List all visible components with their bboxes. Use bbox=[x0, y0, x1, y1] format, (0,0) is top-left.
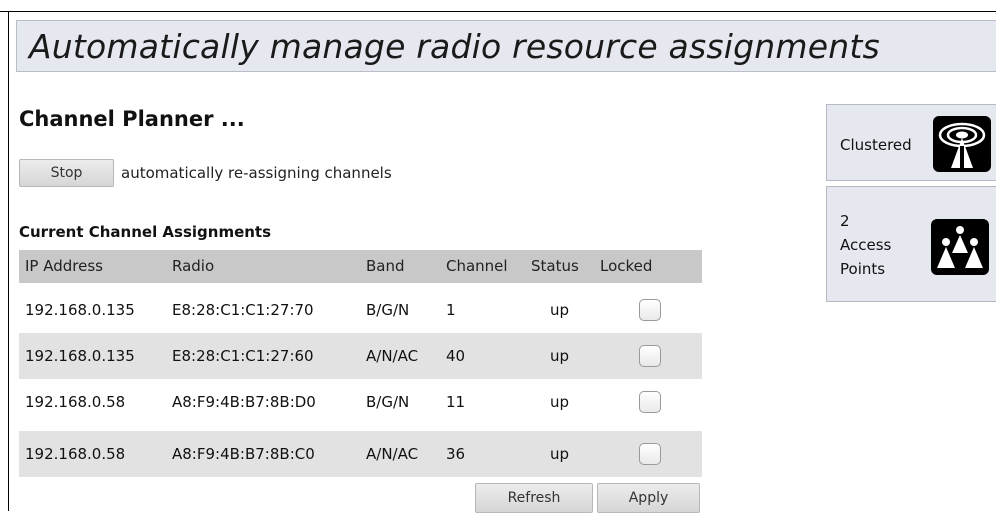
cell-channel: 36 bbox=[446, 445, 466, 463]
cell-channel: 40 bbox=[446, 347, 466, 365]
column-header-band: Band bbox=[366, 257, 405, 275]
table-row: 192.168.0.135 E8:28:C1:C1:27:70 B/G/N 1 … bbox=[19, 287, 702, 333]
cell-ip: 192.168.0.58 bbox=[25, 445, 126, 463]
apply-button[interactable]: Apply bbox=[597, 483, 700, 513]
column-header-radio: Radio bbox=[172, 257, 215, 275]
cell-radio: A8:F9:4B:B7:8B:D0 bbox=[172, 393, 316, 411]
cell-status: up bbox=[550, 301, 570, 319]
cell-ip: 192.168.0.135 bbox=[25, 347, 135, 365]
frame-border-top bbox=[0, 11, 996, 12]
access-points-label: 2 Access Points bbox=[840, 209, 891, 281]
radio-tower-icon bbox=[933, 116, 991, 172]
locked-checkbox[interactable] bbox=[639, 299, 661, 321]
cell-ip: 192.168.0.58 bbox=[25, 393, 126, 411]
channel-planner-heading: Channel Planner ... bbox=[19, 107, 245, 131]
cell-radio: E8:28:C1:C1:27:60 bbox=[172, 347, 314, 365]
cell-band: A/N/AC bbox=[366, 347, 419, 365]
page-title: Automatically manage radio resource assi… bbox=[29, 27, 880, 66]
clustered-status-panel: Clustered bbox=[826, 104, 996, 181]
table-row: 192.168.0.58 A8:F9:4B:B7:8B:D0 B/G/N 11 … bbox=[19, 379, 702, 425]
access-points-icon bbox=[931, 219, 989, 275]
cell-channel: 1 bbox=[446, 301, 456, 319]
cell-ip: 192.168.0.135 bbox=[25, 301, 135, 319]
column-header-locked: Locked bbox=[600, 257, 653, 275]
cell-channel: 11 bbox=[446, 393, 466, 411]
access-points-count: 2 bbox=[840, 212, 850, 230]
frame-border-left bbox=[8, 11, 9, 511]
refresh-button[interactable]: Refresh bbox=[475, 483, 593, 513]
access-points-panel: 2 Access Points bbox=[826, 186, 996, 302]
cell-status: up bbox=[550, 445, 570, 463]
cell-radio: A8:F9:4B:B7:8B:C0 bbox=[172, 445, 315, 463]
table-header: IP Address Radio Band Channel Status Loc… bbox=[19, 250, 702, 283]
clustered-label: Clustered bbox=[840, 136, 912, 154]
cell-band: A/N/AC bbox=[366, 445, 419, 463]
table-row: 192.168.0.58 A8:F9:4B:B7:8B:C0 A/N/AC 36… bbox=[19, 431, 702, 477]
stop-button[interactable]: Stop bbox=[19, 159, 114, 187]
cell-status: up bbox=[550, 347, 570, 365]
cell-band: B/G/N bbox=[366, 393, 410, 411]
cell-status: up bbox=[550, 393, 570, 411]
locked-checkbox[interactable] bbox=[639, 391, 661, 413]
column-header-status: Status bbox=[531, 257, 579, 275]
access-points-line1: Access bbox=[840, 236, 892, 254]
column-header-channel: Channel bbox=[446, 257, 508, 275]
locked-checkbox[interactable] bbox=[639, 443, 661, 465]
column-header-ip: IP Address bbox=[25, 257, 103, 275]
locked-checkbox[interactable] bbox=[639, 345, 661, 367]
stop-description: automatically re-assigning channels bbox=[121, 164, 392, 182]
access-points-line2: Points bbox=[840, 260, 886, 278]
cell-band: B/G/N bbox=[366, 301, 410, 319]
page-banner: Automatically manage radio resource assi… bbox=[16, 20, 996, 72]
table-row: 192.168.0.135 E8:28:C1:C1:27:60 A/N/AC 4… bbox=[19, 333, 702, 379]
cell-radio: E8:28:C1:C1:27:70 bbox=[172, 301, 314, 319]
table-heading: Current Channel Assignments bbox=[19, 223, 272, 241]
